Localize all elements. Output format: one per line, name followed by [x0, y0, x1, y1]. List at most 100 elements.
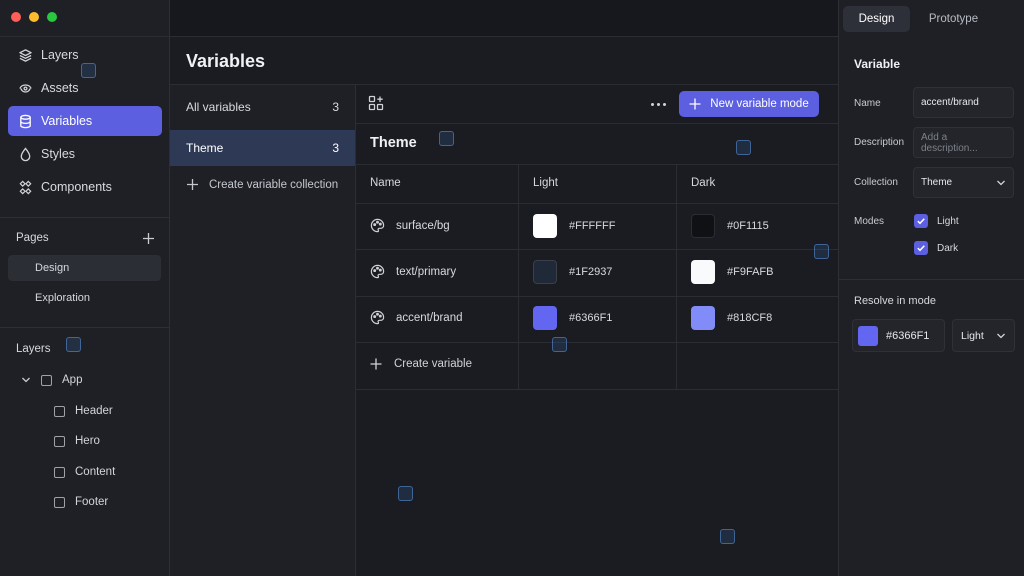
- layer-item-app[interactable]: App: [20, 370, 82, 390]
- column-divider: [518, 165, 519, 389]
- color-swatch: [691, 260, 715, 284]
- value-cell-dark[interactable]: #F9FAFB: [691, 260, 773, 284]
- create-collection-button[interactable]: Create variable collection: [186, 178, 338, 191]
- sidebar-divider: [0, 327, 170, 328]
- chevron-down-icon: [997, 180, 1005, 185]
- color-swatch: [533, 260, 557, 284]
- create-collection-label: Create variable collection: [209, 178, 339, 191]
- resolve-mode-value: Light: [961, 329, 984, 342]
- variable-name: text/primary: [396, 265, 457, 278]
- tab-design[interactable]: Design: [843, 6, 910, 32]
- resolve-mode-select[interactable]: Light: [952, 319, 1015, 352]
- color-swatch: [691, 214, 715, 238]
- collection-label: All variables: [186, 100, 251, 114]
- layer-item-footer[interactable]: Footer: [54, 492, 108, 512]
- plus-icon: [370, 358, 382, 370]
- value-cell-light[interactable]: #FFFFFF: [533, 214, 615, 238]
- check-icon: [917, 218, 925, 225]
- variables-panel: Variables All variables 3 Theme 3 Create…: [170, 37, 838, 576]
- description-placeholder: Add a description...: [921, 131, 978, 154]
- frame-icon: [54, 496, 65, 508]
- mode-label: Light: [937, 215, 959, 227]
- description-field[interactable]: Add a description...: [913, 127, 1014, 158]
- color-swatch: [858, 325, 878, 346]
- layers-icon: [17, 47, 33, 63]
- layer-item-content[interactable]: Content: [54, 462, 115, 482]
- collection-count: 3: [332, 141, 339, 155]
- watermark-icon: [66, 337, 81, 352]
- new-variable-mode-button[interactable]: New variable mode: [679, 91, 819, 117]
- row-divider: [356, 203, 838, 204]
- watermark-icon: [81, 63, 96, 78]
- page-item-design[interactable]: Design: [8, 255, 161, 281]
- left-sidebar: Layers Assets Variables Styles Component…: [0, 0, 170, 576]
- palette-icon: [370, 218, 385, 233]
- sidebar-item-styles[interactable]: Styles: [8, 139, 162, 169]
- checkbox[interactable]: [914, 241, 928, 255]
- layers-title: Layers: [16, 343, 51, 355]
- page-label: Exploration: [35, 292, 91, 304]
- tab-label: Design: [858, 13, 895, 25]
- collection-theme[interactable]: Theme 3: [170, 130, 355, 166]
- frame-icon: [54, 435, 65, 447]
- sidebar-item-label: Variables: [41, 114, 93, 128]
- collection-all-variables[interactable]: All variables 3: [170, 89, 355, 125]
- chevron-down-icon: [997, 333, 1005, 338]
- layout-toggle-icon[interactable]: [368, 95, 386, 113]
- row-divider: [356, 389, 838, 390]
- table-divider: [356, 164, 838, 165]
- palette-icon: [370, 264, 385, 279]
- layer-item-header[interactable]: Header: [54, 401, 113, 421]
- color-swatch: [691, 306, 715, 330]
- layer-label: Content: [75, 466, 116, 478]
- sidebar-item-label: Components: [41, 180, 112, 194]
- layer-label: App: [62, 374, 83, 386]
- minimize-window-button[interactable]: [29, 12, 39, 22]
- zoom-window-button[interactable]: [47, 12, 57, 22]
- sidebar-item-label: Styles: [41, 147, 76, 161]
- color-swatch: [533, 214, 557, 238]
- resolved-value-field[interactable]: #6366F1: [852, 319, 945, 352]
- collection-select[interactable]: Theme: [913, 167, 1014, 198]
- create-variable-button[interactable]: Create variable: [370, 358, 472, 370]
- mode-checkbox-dark[interactable]: Dark: [914, 241, 958, 255]
- variable-row-text-primary[interactable]: text/primary: [370, 264, 456, 279]
- name-field[interactable]: accent/brand: [913, 87, 1014, 118]
- page-item-exploration[interactable]: Exploration: [8, 285, 161, 311]
- column-divider: [676, 165, 677, 389]
- watermark-icon: [439, 131, 454, 146]
- frame-icon: [54, 466, 65, 478]
- color-value: #818CF8: [727, 312, 773, 324]
- column-header-name: Name: [370, 177, 401, 189]
- column-header-dark: Dark: [691, 177, 716, 189]
- row-divider: [356, 296, 838, 297]
- inspector-tabs: Design Prototype: [843, 6, 997, 32]
- chevron-down-icon[interactable]: [20, 374, 32, 386]
- close-window-button[interactable]: [11, 12, 21, 22]
- color-value: #FFFFFF: [569, 220, 616, 232]
- color-value: #6366F1: [569, 312, 613, 324]
- more-options-icon[interactable]: [649, 95, 667, 113]
- variable-row-accent-brand[interactable]: accent/brand: [370, 310, 463, 325]
- components-icon: [17, 179, 33, 195]
- value-cell-dark[interactable]: #818CF8: [691, 306, 772, 330]
- watermark-icon: [736, 140, 751, 155]
- collection-label: Theme: [186, 141, 224, 155]
- page-title: Variables: [186, 51, 266, 71]
- sidebar-item-label: Assets: [41, 81, 79, 95]
- add-page-button[interactable]: [140, 230, 156, 246]
- checkbox[interactable]: [914, 214, 928, 228]
- page-label: Design: [35, 262, 70, 274]
- value-cell-dark[interactable]: #0F1115: [691, 214, 769, 238]
- sidebar-item-variables[interactable]: Variables: [8, 106, 162, 136]
- value-cell-light[interactable]: #6366F1: [533, 306, 612, 330]
- mode-checkbox-light[interactable]: Light: [914, 214, 959, 228]
- variable-name: surface/bg: [396, 219, 450, 232]
- palette-icon: [370, 310, 385, 325]
- layer-item-hero[interactable]: Hero: [54, 431, 100, 451]
- tab-prototype[interactable]: Prototype: [920, 6, 987, 32]
- value-cell-light[interactable]: #1F2937: [533, 260, 612, 284]
- frame-icon: [41, 374, 52, 386]
- sidebar-item-components[interactable]: Components: [8, 172, 162, 202]
- variable-row-surface-bg[interactable]: surface/bg: [370, 218, 450, 233]
